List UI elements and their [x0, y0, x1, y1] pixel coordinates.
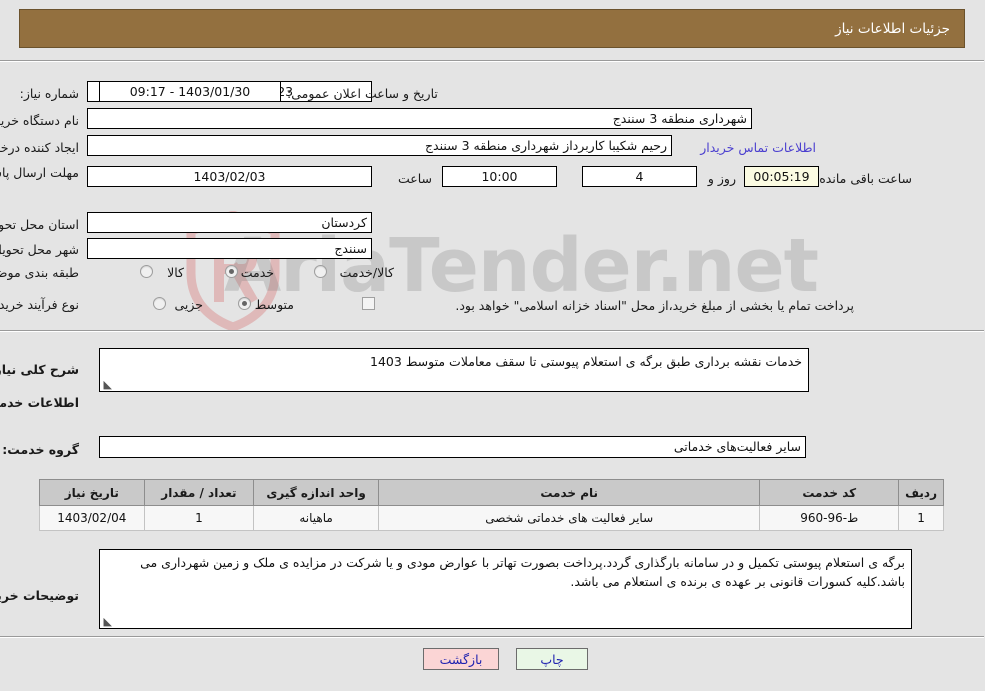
- creator-value: رحیم شکیبا کاربرداز شهرداری منطقه 3 سنند…: [88, 135, 673, 156]
- hour-value: 10:00: [443, 166, 558, 187]
- services-section-heading: اطلاعات خدمات مورد نیاز: [0, 395, 80, 410]
- resize-grip-icon-notes[interactable]: ◣: [103, 616, 113, 627]
- cell-name: سایر فعالیت های خدماتی شخصی: [378, 505, 762, 531]
- category-label: طبقه بندی موضوعی:: [0, 265, 80, 280]
- need-description-label: شرح کلی نیاز:: [0, 362, 80, 377]
- creator-label: ایجاد کننده درخواست:: [0, 140, 80, 155]
- col-qty: تعداد / مقدار: [144, 479, 256, 506]
- buyer-notes-textarea[interactable]: برگه ی استعلام پیوستی تکمیل و در سامانه …: [100, 549, 913, 629]
- buyer-notes-value: برگه ی استعلام پیوستی تکمیل و در سامانه …: [141, 555, 906, 589]
- days-remaining-value: 4: [583, 166, 698, 187]
- deadline-date-value: 1403/02/03: [88, 166, 373, 187]
- col-code: کد خدمت: [760, 479, 901, 506]
- cell-unit: ماهیانه: [254, 505, 380, 531]
- watermark-text: AriaTender.net: [225, 223, 820, 309]
- announce-label: تاریخ و ساعت اعلان عمومی:: [288, 86, 439, 101]
- radio-process-minor[interactable]: [154, 297, 167, 310]
- back-button[interactable]: بازگشت: [424, 648, 500, 670]
- radio-process-medium-label: متوسط: [255, 297, 295, 312]
- divider-top: [0, 60, 985, 62]
- need-number-label: شماره نیاز:: [20, 86, 80, 101]
- announce-value: 1403/01/30 - 09:17: [100, 81, 282, 102]
- radio-category-service[interactable]: [226, 265, 239, 278]
- print-button[interactable]: چاپ: [517, 648, 589, 670]
- col-unit: واحد اندازه گیری: [254, 479, 380, 506]
- hour-label: ساعت: [398, 171, 433, 186]
- cell-date: 1403/02/04: [40, 505, 146, 531]
- radio-process-medium[interactable]: [239, 297, 252, 310]
- col-name: نام خدمت: [378, 479, 762, 506]
- resize-grip-icon[interactable]: ◣: [103, 379, 113, 390]
- need-description-textarea[interactable]: خدمات نقشه برداری طبق برگه ی استعلام پیو…: [100, 348, 810, 392]
- buyer-contact-link[interactable]: اطلاعات تماس خریدار: [701, 140, 817, 155]
- deadline-label-text: مهلت ارسال پاسخ: تا تاریخ:: [0, 165, 80, 180]
- items-table-header-row: ردیف کد خدمت نام خدمت واحد اندازه گیری ت…: [40, 479, 945, 506]
- radio-category-goods-service[interactable]: [315, 265, 328, 278]
- divider-middle: [0, 330, 985, 332]
- countdown-timer: 00:05:19: [745, 166, 820, 187]
- page-title-text: جزئیات اطلاعات نیاز: [836, 20, 951, 37]
- radio-category-goods[interactable]: [141, 265, 154, 278]
- radio-category-goods-service-label: کالا/خدمت: [340, 265, 395, 280]
- service-group-value: سایر فعالیت‌های خدماتی: [100, 436, 807, 458]
- checkbox-islamic-treasury[interactable]: [363, 297, 376, 310]
- cell-code: ط-96-960: [760, 505, 901, 531]
- col-row: ردیف: [899, 479, 945, 506]
- service-group-label: گروه خدمت:: [3, 442, 80, 457]
- buyer-notes-label: توضیحات خریدار:: [0, 588, 80, 603]
- islamic-treasury-note: پرداخت تمام یا بخشی از مبلغ خرید،از محل …: [456, 298, 855, 313]
- radio-process-minor-label: جزیی: [175, 297, 204, 312]
- process-label: نوع فرآیند خرید :: [0, 297, 80, 312]
- col-date: تاریخ نیاز: [40, 479, 146, 506]
- page-root: AriaTender.net جزئیات اطلاعات نیاز شماره…: [0, 0, 985, 691]
- city-label: شهر محل تحویل:: [0, 242, 80, 257]
- days-label: روز و: [708, 171, 737, 186]
- table-row: 1 ط-96-960 سایر فعالیت های خدماتی شخصی م…: [40, 505, 945, 531]
- radio-category-goods-label: کالا: [168, 265, 185, 280]
- deadline-label: مهلت ارسال پاسخ: تا تاریخ:: [0, 165, 80, 180]
- countdown-label: ساعت باقی مانده: [820, 171, 913, 186]
- need-description-value: خدمات نقشه برداری طبق برگه ی استعلام پیو…: [371, 354, 803, 369]
- buyer-org-label: نام دستگاه خریدار:: [0, 113, 80, 128]
- radio-category-service-label: خدمت: [241, 265, 275, 280]
- page-title: جزئیات اطلاعات نیاز: [20, 9, 966, 48]
- cell-row: 1: [899, 505, 945, 531]
- city-value: سنندج: [88, 238, 373, 259]
- province-label: استان محل تحویل:: [0, 217, 80, 232]
- province-value: کردستان: [88, 212, 373, 233]
- divider-bottom: [0, 636, 985, 638]
- buyer-org-value: شهرداری منطقه 3 سنندج: [88, 108, 753, 129]
- cell-qty: 1: [144, 505, 256, 531]
- items-table: ردیف کد خدمت نام خدمت واحد اندازه گیری ت…: [40, 479, 945, 531]
